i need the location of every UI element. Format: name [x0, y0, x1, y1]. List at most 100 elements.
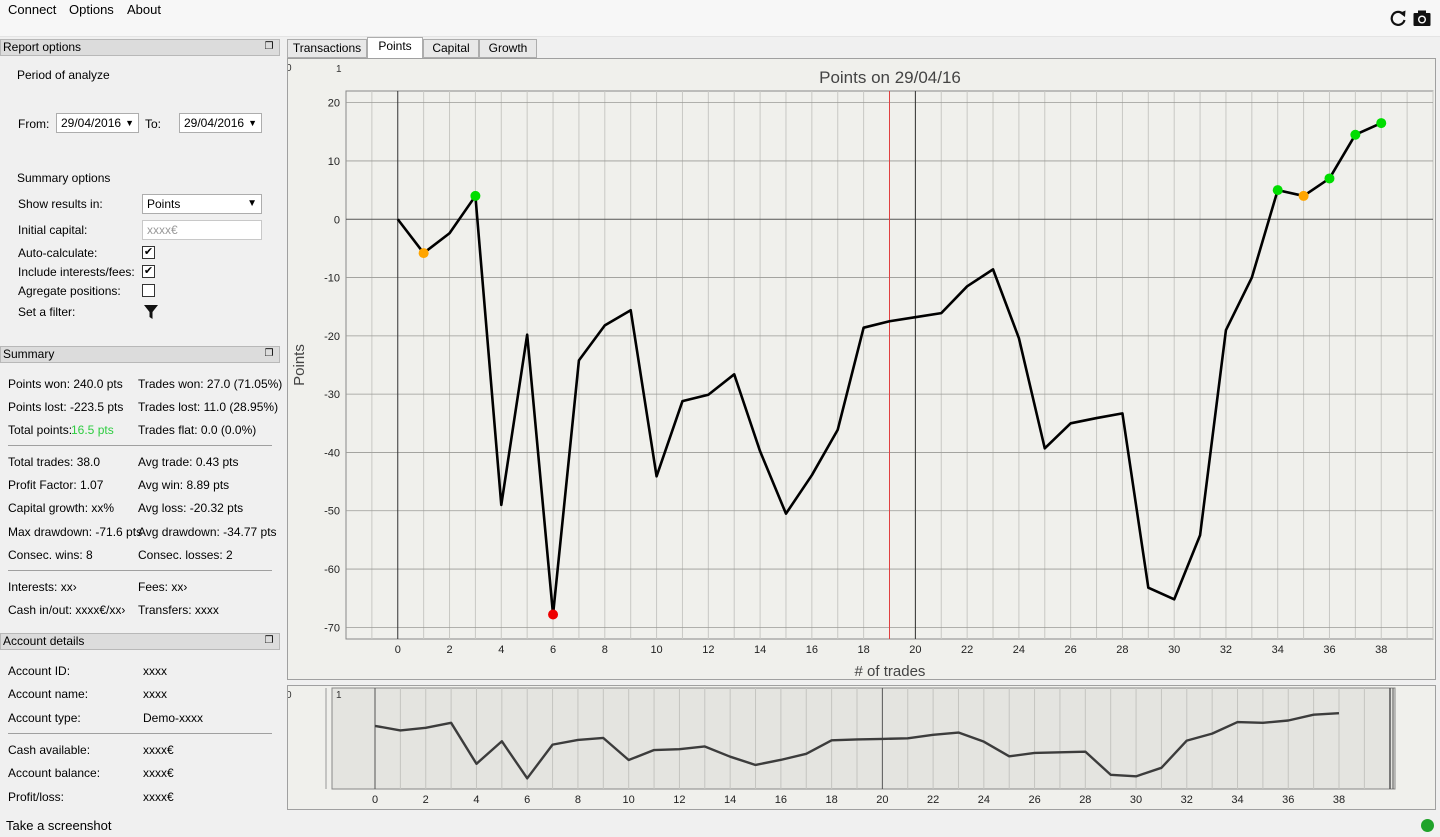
summary-stat: Consec. wins: 8 — [8, 548, 93, 562]
navigator-x-tick-label: 20 — [876, 794, 888, 806]
summary-stat: Points won: 240.0 pts — [8, 377, 123, 391]
navigator-x-tick-label: 28 — [1079, 794, 1091, 806]
x-tick-label: 20 — [909, 644, 921, 656]
data-point-marker — [548, 609, 559, 620]
navigator-chart[interactable]: 0 10 2 4 6 8 10 12 14 16 18 20 22 24 26 28 30 32 34 36 38 — [288, 686, 1435, 809]
initial-capital-label: Initial capital: — [18, 223, 88, 237]
summary-stat: Fees: xx› — [138, 580, 188, 594]
summary-stat: Trades lost: 11.0 (28.95%) — [138, 400, 279, 414]
refresh-icon[interactable] — [1388, 8, 1408, 28]
summary-stat: Profit Factor: 1.07 — [8, 478, 104, 492]
summary-title: Summary — [3, 347, 55, 361]
from-date-value: 29/04/2016 — [61, 116, 122, 130]
navigator-x-tick-label: 38 — [1333, 794, 1345, 806]
y-tick-label: 20 — [328, 98, 340, 110]
account-field-label: Account ID: — [8, 664, 71, 678]
y-tick-label: -20 — [324, 331, 340, 343]
account-field-value: xxxx — [143, 664, 167, 678]
y-tick-label: -70 — [324, 622, 340, 634]
x-tick-label: 12 — [702, 644, 714, 656]
navigator-corner-label-1: 1 — [336, 690, 342, 701]
tab-capital[interactable]: Capital — [423, 39, 479, 58]
menu-connect[interactable]: Connect — [8, 2, 56, 17]
filter-icon[interactable] — [143, 304, 159, 320]
total-points-value: 16.5 pts — [71, 423, 114, 437]
summary-stat: Capital growth: xx% — [8, 501, 115, 515]
x-tick-label: 36 — [1323, 644, 1335, 656]
navigator-x-tick-label: 16 — [775, 794, 787, 806]
x-tick-label: 8 — [602, 644, 608, 656]
camera-icon[interactable] — [1412, 8, 1432, 28]
corner-label-1: 1 — [336, 64, 342, 75]
chart-title: Points on 29/04/16 — [819, 68, 961, 87]
summary-stat: Avg loss: -20.32 pts — [138, 501, 244, 515]
summary-separator — [8, 445, 272, 446]
account-field-label: Account balance: — [8, 766, 101, 780]
data-point-marker — [418, 248, 429, 259]
navigator-frame: 0 1 0 2 4 6 8 10 12 14 16 18 20 22 24 26 28 30 32 34 36 38 — [287, 685, 1436, 810]
summary-stat: Transfers: xxxx — [138, 603, 219, 617]
summary-stat: Cash in/out: xxxx€/xx› — [8, 603, 126, 617]
x-tick-label: 22 — [961, 644, 973, 656]
navigator-x-tick-label: 18 — [826, 794, 838, 806]
data-point-marker — [1272, 185, 1283, 196]
navigator-x-tick-label: 0 — [372, 794, 378, 806]
summary-stat: Trades won: 27.0 (71.05%) — [138, 377, 283, 391]
navigator-x-tick-label: 2 — [423, 794, 429, 806]
navigator-x-tick-label: 36 — [1282, 794, 1294, 806]
summary-stat: Max drawdown: -71.6 pts — [8, 525, 143, 539]
navigator-x-tick-label: 4 — [473, 794, 479, 806]
summary-options-label: Summary options — [17, 171, 111, 185]
restore-icon[interactable]: ❐ — [263, 635, 275, 647]
summary-stat: Consec. losses: 2 — [138, 548, 233, 562]
menu-options[interactable]: Options — [69, 2, 114, 17]
chevron-down-icon: ▼ — [248, 118, 257, 128]
tab-points[interactable]: Points — [367, 37, 423, 59]
y-axis-label: Points — [291, 344, 308, 386]
auto-calculate-checkbox[interactable]: ✔ — [142, 246, 155, 259]
corner-label-0: 0 — [288, 63, 292, 74]
points-chart-frame: 0 1 Points on 29/04/16 20 10 0 -10 -20 -30 -40 -50… — [287, 58, 1436, 680]
x-tick-label: 2 — [446, 644, 452, 656]
navigator-x-tick-label: 10 — [623, 794, 635, 806]
to-date-picker[interactable]: 29/04/2016 ▼ — [179, 113, 262, 133]
x-tick-label: 10 — [650, 644, 662, 656]
navigator-x-tick-label: 26 — [1028, 794, 1040, 806]
navigator-x-tick-label: 32 — [1181, 794, 1193, 806]
y-tick-label: -30 — [324, 389, 340, 401]
chevron-down-icon: ▼ — [125, 118, 134, 128]
data-point-marker — [1324, 173, 1335, 184]
summary-stat: Total points: — [8, 423, 73, 437]
x-axis-label: # of trades — [855, 663, 926, 679]
include-interests-checkbox[interactable]: ✔ — [142, 265, 155, 278]
x-tick-label: 18 — [857, 644, 869, 656]
agregate-positions-checkbox[interactable] — [142, 284, 155, 297]
y-tick-label: 10 — [328, 156, 340, 168]
restore-icon[interactable]: ❐ — [263, 348, 275, 360]
account-field-value: xxxx€ — [143, 790, 174, 804]
menu-about[interactable]: About — [127, 2, 161, 17]
from-date-picker[interactable]: 29/04/2016 ▼ — [56, 113, 139, 133]
connection-status-indicator — [1421, 819, 1434, 832]
status-text: Take a screenshot — [6, 818, 112, 833]
show-results-select[interactable]: Points ▼ — [142, 194, 262, 214]
points-chart[interactable]: 0 1 Points on 29/04/1620100-10-20-30-40-50… — [288, 59, 1435, 679]
y-tick-label: -50 — [324, 506, 340, 518]
data-point-marker — [1350, 129, 1361, 140]
tab-transactions[interactable]: Transactions — [287, 39, 367, 58]
initial-capital-input[interactable]: xxxx€ — [142, 220, 262, 240]
to-label: To: — [145, 117, 162, 131]
x-tick-label: 32 — [1220, 644, 1232, 656]
summary-stat: Interests: xx› — [8, 580, 77, 594]
account-field-value: xxxx€ — [143, 743, 174, 757]
navigator-x-tick-label: 34 — [1231, 794, 1243, 806]
x-tick-label: 14 — [754, 644, 766, 656]
restore-icon[interactable]: ❐ — [263, 41, 275, 53]
summary-stat: Avg drawdown: -34.77 pts — [138, 525, 277, 539]
x-tick-label: 6 — [550, 644, 556, 656]
summary-separator — [8, 570, 272, 571]
navigator-x-tick-label: 22 — [927, 794, 939, 806]
account-field-label: Profit/loss: — [8, 790, 65, 804]
data-point-marker — [470, 190, 481, 201]
tab-growth[interactable]: Growth — [479, 39, 537, 58]
